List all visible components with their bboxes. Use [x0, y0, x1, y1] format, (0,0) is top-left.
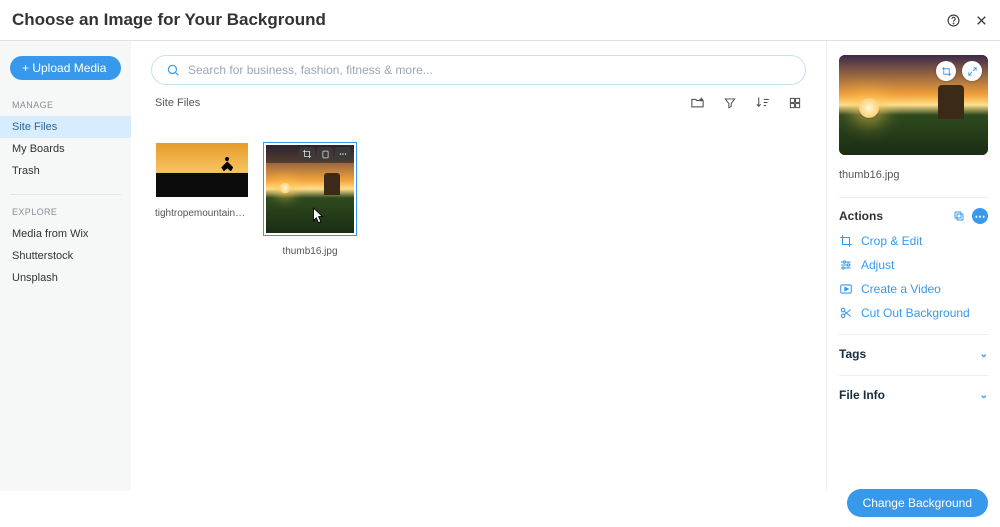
copy-icon[interactable] [952, 209, 966, 223]
chevron-down-icon: ⌄ [980, 390, 988, 401]
thumb-more-icon[interactable] [335, 147, 351, 161]
file-info-heading: File Info [839, 388, 885, 402]
preview-crop-button[interactable] [936, 61, 956, 81]
file-item[interactable]: thumb16.jpg [263, 142, 357, 257]
file-name-label: thumb16.jpg [263, 246, 357, 257]
sort-icon[interactable] [755, 95, 770, 110]
breadcrumb: Site Files [155, 97, 200, 109]
preview-image [839, 55, 988, 155]
file-info-section[interactable]: File Info ⌄ [839, 375, 988, 402]
sidebar-section-manage: MANAGE [0, 100, 131, 116]
dialog-header: Choose an Image for Your Background [0, 0, 1000, 41]
details-panel: thumb16.jpg Actions ⋯ Crop & Edit Adjust… [827, 41, 1000, 491]
toolbar [690, 95, 802, 110]
action-adjust[interactable]: Adjust [839, 258, 988, 272]
action-crop-edit[interactable]: Crop & Edit [839, 234, 988, 248]
file-thumbnail [266, 145, 354, 233]
action-label: Create a Video [861, 282, 941, 296]
sidebar-item-unsplash[interactable]: Unsplash [0, 267, 131, 289]
sidebar-item-shutterstock[interactable]: Shutterstock [0, 245, 131, 267]
selected-filename: thumb16.jpg [839, 169, 988, 181]
action-label: Cut Out Background [861, 306, 970, 320]
thumb-preview-icon[interactable] [317, 147, 333, 161]
filter-icon[interactable] [723, 95, 737, 110]
chevron-down-icon: ⌄ [980, 349, 988, 360]
search-icon [166, 63, 180, 77]
new-folder-icon[interactable] [690, 95, 705, 110]
search-bar[interactable] [151, 55, 806, 85]
main-area: Site Files tightropemountains.jpg [131, 41, 827, 491]
thumb-crop-icon[interactable] [299, 147, 315, 161]
tags-section[interactable]: Tags ⌄ [839, 334, 988, 361]
sidebar-item-my-boards[interactable]: My Boards [0, 138, 131, 160]
sidebar-item-media-from-wix[interactable]: Media from Wix [0, 223, 131, 245]
action-create-video[interactable]: Create a Video [839, 282, 988, 296]
close-icon[interactable] [974, 13, 988, 27]
action-label: Crop & Edit [861, 234, 922, 248]
search-input[interactable] [186, 62, 791, 78]
sidebar-item-trash[interactable]: Trash [0, 160, 131, 182]
grid-view-icon[interactable] [788, 95, 802, 110]
help-icon[interactable] [946, 13, 960, 27]
upload-media-button[interactable]: + Upload Media [10, 56, 121, 80]
tags-heading: Tags [839, 347, 866, 361]
file-thumbnail [156, 143, 248, 197]
change-background-button[interactable]: Change Background [847, 489, 988, 517]
file-name-label: tightropemountains.jpg [155, 208, 249, 219]
change-background-label: Change Background [863, 496, 972, 510]
file-gallery: tightropemountains.jpg thumb16.jpg [151, 142, 806, 257]
preview-expand-button[interactable] [962, 61, 982, 81]
sidebar-section-explore: EXPLORE [0, 207, 131, 223]
sidebar: + Upload Media MANAGE Site Files My Boar… [0, 41, 131, 491]
action-cut-out-background[interactable]: Cut Out Background [839, 306, 988, 320]
action-label: Adjust [861, 258, 894, 272]
sidebar-divider [10, 194, 121, 195]
dialog-title: Choose an Image for Your Background [12, 10, 326, 30]
upload-media-label: + Upload Media [22, 61, 106, 75]
more-actions-icon[interactable]: ⋯ [972, 208, 988, 224]
sidebar-item-site-files[interactable]: Site Files [0, 116, 131, 138]
actions-heading: Actions [839, 209, 883, 223]
file-item[interactable]: tightropemountains.jpg [155, 142, 249, 257]
